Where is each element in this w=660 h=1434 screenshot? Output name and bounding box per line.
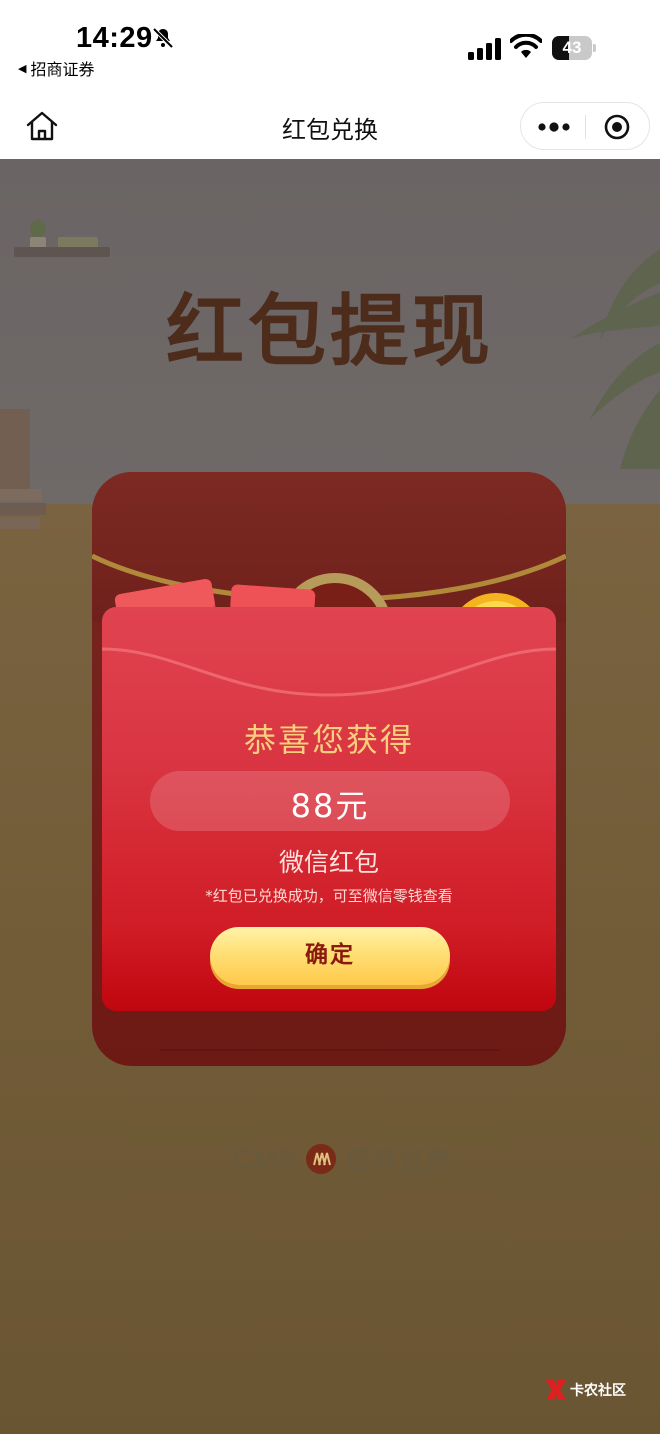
books-decoration — [0, 409, 46, 529]
brand-cn-label: 招商证券 — [345, 1146, 454, 1175]
close-mini-program-icon[interactable] — [603, 113, 631, 141]
brand-logo: CMS 招商证券 — [232, 1141, 453, 1177]
cellular-signal-icon — [468, 38, 501, 60]
bell-mute-icon — [152, 27, 174, 49]
navigation-bar: 红包兑换 — [0, 96, 660, 159]
status-bar: 14:29 ◀ 招商证券 43 — [0, 0, 660, 96]
reward-type-label: 微信红包 — [278, 848, 379, 877]
page-background: 红包提现 ¥ ¥ — [0, 159, 660, 1434]
back-triangle-icon: ◀ — [18, 61, 27, 75]
congrats-heading: 恭喜您获得 — [243, 721, 414, 759]
more-icon[interactable] — [537, 117, 571, 137]
back-to-app-link[interactable]: ◀ 招商证券 — [18, 56, 94, 80]
envelope-front-lip — [102, 647, 556, 697]
battery-indicator: 43 — [552, 36, 596, 60]
cms-logo-icon — [306, 1144, 337, 1174]
mini-program-capsule — [520, 102, 650, 150]
exchange-note: *红包已兑换成功，可至微信零钱查看 — [205, 887, 453, 905]
envelope-bottom-line — [160, 1049, 500, 1051]
confirm-button[interactable]: 确定 — [210, 927, 450, 985]
hero-title: 红包提现 — [165, 287, 494, 377]
back-app-label: 招商证券 — [30, 60, 95, 79]
status-time: 14:29 — [76, 22, 153, 54]
community-watermark: 卡农社区 — [544, 1377, 626, 1403]
wifi-icon — [510, 34, 542, 58]
amount-pill: 88元 — [150, 771, 510, 831]
reward-amount: 88元 — [290, 787, 370, 825]
shelf-plant-decoration — [30, 220, 46, 249]
brand-en-label: CMS — [232, 1143, 298, 1174]
wall-shelf-decoration — [14, 247, 110, 257]
watermark-logo-icon — [546, 1380, 566, 1400]
watermark-text: 卡农社区 — [570, 1383, 626, 1399]
battery-label: 43 — [562, 38, 582, 57]
